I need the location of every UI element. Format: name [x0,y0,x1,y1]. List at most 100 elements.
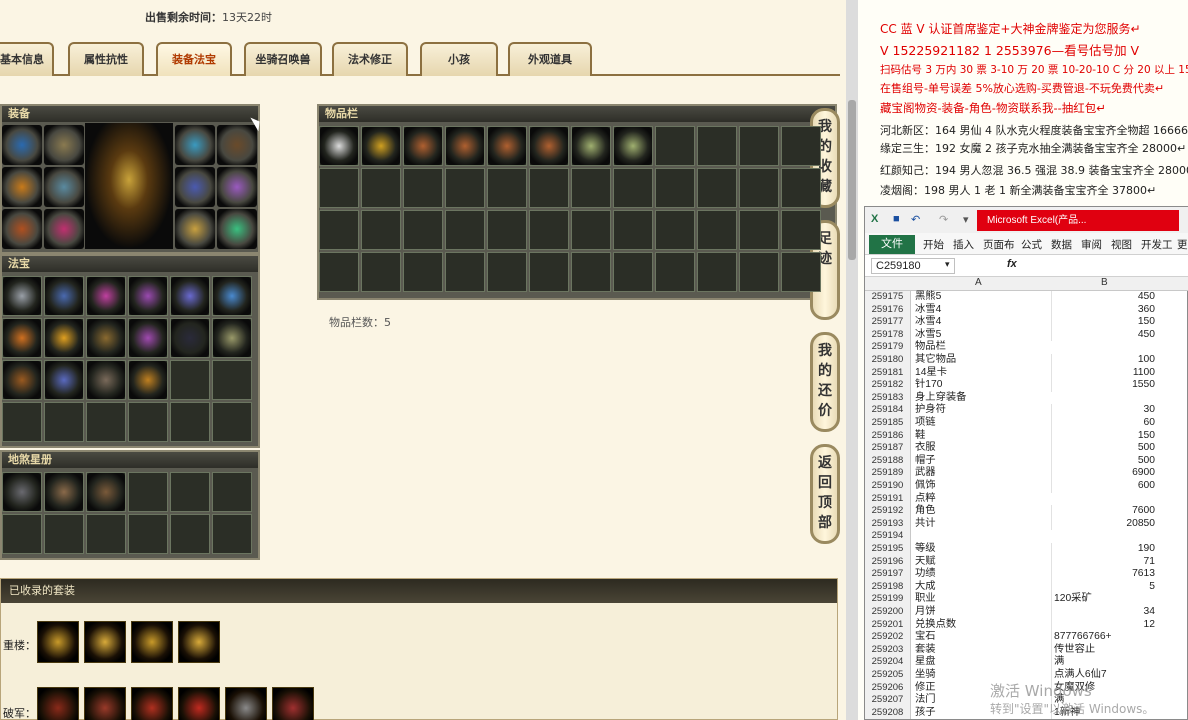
bag-cell[interactable] [529,252,569,292]
file-tab[interactable]: 文件 [869,235,915,254]
back-to-top-button[interactable]: 返回顶部 [810,444,840,544]
cell-b[interactable]: 500 [1051,442,1159,455]
bag-cell[interactable] [319,252,359,292]
suit-item[interactable] [37,687,79,720]
cell-b[interactable]: 1550 [1051,379,1159,392]
disha-cell[interactable] [170,514,210,554]
fabao-cell[interactable] [128,318,168,358]
disha-cell[interactable] [170,472,210,512]
row-number[interactable]: 259197 [865,568,911,581]
cell-b[interactable]: 30 [1051,404,1159,417]
suit-item[interactable] [131,687,173,720]
row-number[interactable]: 259192 [865,505,911,518]
cell-a[interactable]: 职业 [915,593,936,606]
cell-a[interactable]: 物品栏 [915,341,946,354]
cell-b[interactable]: 6900 [1051,467,1159,480]
cell-b[interactable]: 传世容止 [1051,643,1159,657]
fabao-cell[interactable] [170,402,210,442]
cell-a[interactable]: 其它物品 [915,354,956,367]
ribbon-tab-developer[interactable]: 开发工 [1141,237,1173,252]
bag-cell[interactable] [445,252,485,292]
row-number[interactable]: 259207 [865,694,911,707]
bag-cell[interactable] [781,168,821,208]
equip-slot[interactable] [175,209,215,249]
bag-cell[interactable] [361,252,401,292]
disha-item[interactable] [3,473,41,511]
bag-cell[interactable] [655,168,695,208]
bag-cell[interactable] [655,252,695,292]
ribbon-tab-view[interactable]: 视图 [1111,237,1132,252]
fabao-cell[interactable] [170,318,210,358]
fabao-cell[interactable] [2,318,42,358]
row-number[interactable]: 259180 [865,354,911,367]
cell-a[interactable]: 冰雪5 [915,329,941,342]
cell-b[interactable]: 150 [1051,316,1159,329]
bag-cell[interactable] [739,168,779,208]
bag-cell[interactable] [487,168,527,208]
bag-item[interactable] [320,127,358,165]
disha-cell[interactable] [128,472,168,512]
equip-slot[interactable] [217,125,257,165]
row-number[interactable]: 259184 [865,404,911,417]
bag-cell[interactable] [613,168,653,208]
row-number[interactable]: 259195 [865,543,911,556]
cell-b[interactable]: 100 [1051,354,1159,367]
cell-b[interactable]: 满 [1051,656,1159,669]
fabao-item[interactable] [171,277,209,315]
fabao-item[interactable] [45,319,83,357]
suit-item[interactable] [178,687,220,720]
cell-a[interactable]: 坐骑 [915,669,936,682]
customize-toolbar-icon[interactable]: ▾ [963,213,969,226]
disha-cell[interactable] [44,514,84,554]
fabao-cell[interactable] [86,360,126,400]
fabao-item[interactable] [129,361,167,399]
ribbon-tab-formulas[interactable]: 公式 [1021,237,1042,252]
fabao-cell[interactable] [44,360,84,400]
bag-cell[interactable] [403,126,443,166]
fabao-item[interactable] [3,277,41,315]
cell-a[interactable]: 大成 [915,581,936,594]
disha-cell[interactable] [86,514,126,554]
fx-icon[interactable]: fx [1007,258,1017,270]
cell-a[interactable]: 佩饰 [915,480,936,493]
bag-cell[interactable] [571,210,611,250]
bag-cell[interactable] [403,252,443,292]
tab-children[interactable]: 小孩 [420,42,498,76]
row-number[interactable]: 259177 [865,316,911,329]
cell-a[interactable]: 身上穿装备 [915,392,966,405]
bag-item[interactable] [530,127,568,165]
row-number[interactable]: 259176 [865,303,911,317]
row-number[interactable]: 259181 [865,366,911,380]
fabao-cell[interactable] [128,360,168,400]
cell-a[interactable]: 等级 [915,543,936,556]
page-scrollbar[interactable] [846,0,858,720]
bag-cell[interactable] [697,126,737,166]
cell-a[interactable]: 针170 [915,379,942,392]
bag-cell[interactable] [781,252,821,292]
row-number[interactable]: 259187 [865,442,911,455]
ribbon-tab-page-layout[interactable]: 页面布 [983,237,1015,252]
tab-appearance[interactable]: 外观道具 [508,42,592,76]
name-box[interactable]: C259180 [871,258,955,274]
cell-a[interactable]: 鞋 [915,430,925,443]
fabao-cell[interactable] [212,276,252,316]
row-number[interactable]: 259193 [865,517,911,531]
row-number[interactable]: 259202 [865,631,911,644]
bag-cell[interactable] [697,168,737,208]
cell-b[interactable]: 7600 [1051,505,1159,518]
bag-cell[interactable] [571,168,611,208]
fabao-item[interactable] [87,361,125,399]
bag-cell[interactable] [655,210,695,250]
cell-b[interactable]: 150 [1051,429,1159,443]
fabao-item[interactable] [45,277,83,315]
bag-cell[interactable] [655,126,695,166]
row-number[interactable]: 259178 [865,328,911,342]
suit-item[interactable] [272,687,314,720]
row-number[interactable]: 259196 [865,555,911,569]
cell-b[interactable]: 500 [1051,454,1159,468]
equip-slot[interactable] [44,125,84,165]
cell-a[interactable]: 帽子 [915,455,936,468]
ribbon-tab-more[interactable]: 更 [1177,237,1188,252]
row-number[interactable]: 259182 [865,379,911,392]
bag-item[interactable] [446,127,484,165]
